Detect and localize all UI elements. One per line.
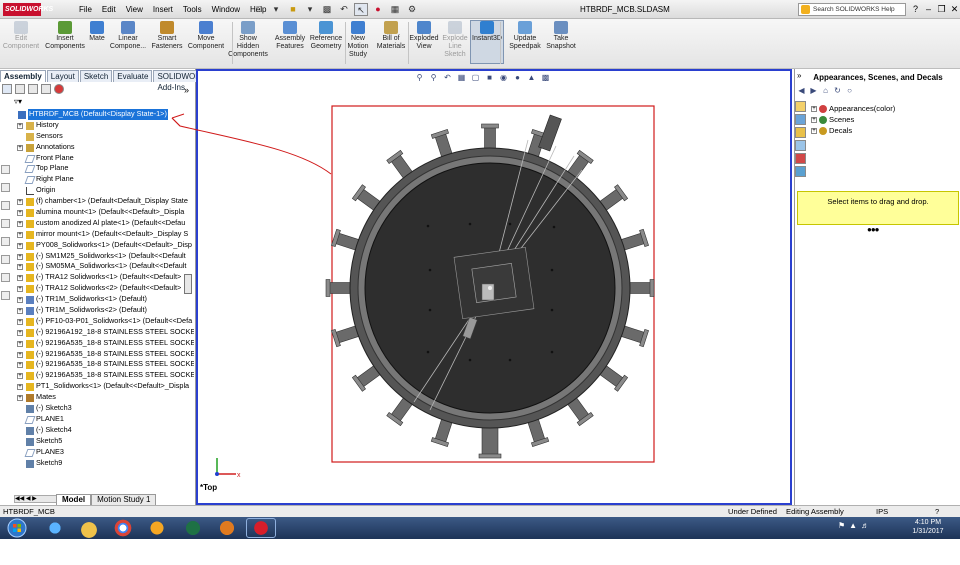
chamber-port [478,425,502,459]
expand-toggle-icon[interactable]: + [811,117,817,123]
bolt-hole [508,222,512,226]
custom-properties-tab-icon[interactable] [795,166,806,177]
annotation-arrow-head [171,113,185,127]
tray-flag-icon[interactable]: ⚑ [838,521,845,530]
design-library-tab-icon[interactable] [795,114,806,125]
back-icon[interactable]: ◀ [797,86,806,95]
svg-text:x: x [237,472,241,479]
start-button-icon[interactable] [2,518,32,538]
clock-date: 1/31/2017 [912,528,944,535]
home-icon[interactable]: ⌂ [821,86,830,95]
port-tube [627,282,653,294]
expand-toggle-icon[interactable]: + [811,128,817,134]
chamber-port [325,279,353,297]
port-flange [478,453,502,459]
bolt-hole [468,222,472,226]
bolt-hole [550,268,554,272]
center-marker [488,286,492,290]
status-bar: HTBRDF_MCB Under Defined Editing Assembl… [0,505,960,517]
clock-time: 4:10 PM [914,519,942,526]
file-explorer-icon[interactable] [74,518,104,538]
library-folder-icon [819,116,827,124]
task-pane-tabs [795,101,807,177]
task-pane-item[interactable]: + Decals [811,125,895,136]
port-flange [481,123,499,129]
media-player-icon[interactable] [142,518,172,538]
status-units[interactable]: IPS [876,506,888,517]
chamber-port [481,123,499,151]
sample-holder [481,283,495,301]
bolt-hole [428,268,432,272]
bolt-hole [508,358,512,362]
chrome-icon[interactable] [108,518,138,538]
bolt-hole [552,225,556,229]
library-folder-icon [819,127,827,135]
bolt-hole [468,358,472,362]
bolt-hole [550,308,554,312]
file-explorer-tab-icon[interactable] [795,127,806,138]
internet-explorer-icon[interactable] [40,518,70,538]
task-pane-item[interactable]: + Appearances(color) [811,103,895,114]
chamber-port [627,279,655,297]
system-tray: ⚑ ▲ ♬ [838,521,869,530]
task-pane-item-label: Decals [829,126,853,135]
task-pane-item[interactable]: + Scenes [811,114,895,125]
bolt-hole [426,224,430,228]
status-document-name: HTBRDF_MCB [3,507,55,516]
status-definition-state: Under Defined [728,507,777,516]
view-palette-tab-icon[interactable] [795,140,806,151]
splitter-grip[interactable]: ●●● [867,225,879,234]
pin-icon[interactable]: ○ [845,86,854,95]
port-flange [649,279,655,297]
view-orientation-label: *Top [200,483,218,492]
task-pane-toolbar: ◀ ▶ ⌂ ↻ ○ [797,86,854,95]
tray-network-icon[interactable]: ▲ [849,521,857,530]
port-tube [484,125,496,151]
port-flange [325,279,331,297]
drag-drop-hint: Select items to drag and drop. [797,191,959,225]
task-pane-item-label: Appearances(color) [829,104,896,113]
status-help-icon[interactable]: ? [935,506,939,517]
windows-taskbar: ⚑ ▲ ♬ 4:10 PM 1/31/2017 [0,517,960,539]
appearances-tree: + Appearances(color) + Scenes + Decals [811,103,895,136]
bolt-hole [428,308,432,312]
task-pane-item-label: Scenes [829,115,855,124]
task-pane: » Appearances, Scenes, and Decals ◀ ▶ ⌂ … [794,69,960,505]
status-editing-mode: Editing Assembly [786,507,844,516]
library-folder-icon [819,105,827,113]
solidworks-resources-tab-icon[interactable] [795,101,806,112]
port-tube [327,282,353,294]
expand-toggle-icon[interactable]: + [811,106,817,112]
forward-icon[interactable]: ▶ [809,86,818,95]
port-tube [481,425,499,457]
solidworks-taskbar-icon[interactable] [246,518,276,538]
taskbar-clock[interactable]: 4:10 PM 1/31/2017 [900,518,956,536]
task-pane-title: Appearances, Scenes, and Decals [813,73,943,82]
refresh-icon[interactable]: ↻ [833,86,842,95]
appearances-tab-icon[interactable] [795,153,806,164]
outlook-icon[interactable] [212,518,242,538]
bolt-hole [426,350,430,354]
excel-icon[interactable] [178,518,208,538]
annotation-arrow-line [171,117,332,175]
bolt-hole [550,350,554,354]
tray-volume-icon[interactable]: ♬ [861,521,869,530]
coordinate-triad-icon: x [215,458,241,479]
